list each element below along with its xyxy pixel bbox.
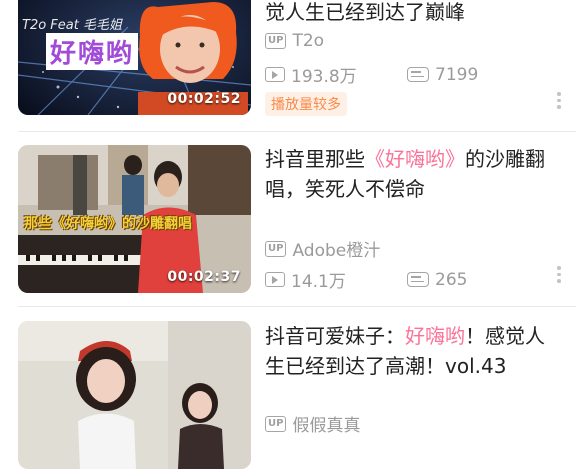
title-text: 抖音可爱妹子： <box>265 324 405 348</box>
more-options-icon[interactable] <box>556 266 562 286</box>
stats-row: 14.1万 265 <box>265 267 467 292</box>
danmaku-icon <box>407 272 429 287</box>
title-keyword-highlight: 好嗨哟 <box>405 324 465 348</box>
title-keyword-highlight: 《好嗨哟》 <box>365 147 465 171</box>
video-thumbnail[interactable]: T2o Feat 毛毛姐 好嗨哟 00:02:52 <box>18 0 251 115</box>
stats-row: 193.8万 7199 <box>265 62 478 87</box>
play-count-icon <box>265 67 285 82</box>
thumbnail-top-text: T2o Feat 毛毛姐 <box>22 18 122 33</box>
more-options-icon[interactable] <box>556 92 562 112</box>
view-count: 14.1万 <box>291 272 346 292</box>
video-title[interactable]: 觉人生已经到达了巅峰 <box>265 0 561 27</box>
video-thumbnail[interactable]: 那些《好嗨哟》的沙雕翻唱 00:02:37 <box>18 145 251 293</box>
title-text: 觉人生已经到达了巅峰 <box>265 0 465 24</box>
video-title[interactable]: 抖音可爱妹子：好嗨哟！感觉人生已经到达了高潮！vol.43 <box>265 321 561 381</box>
danmaku-count: 265 <box>435 269 468 290</box>
video-card-3[interactable]: 抖音可爱妹子：好嗨哟！感觉人生已经到达了高潮！vol.43 UP 假假真真 <box>0 307 576 469</box>
up-badge-icon: UP <box>265 240 287 257</box>
danmaku-icon <box>407 67 429 82</box>
up-badge-icon: UP <box>265 33 287 49</box>
uploader-name: 假假真真 <box>292 416 361 436</box>
play-count-icon <box>265 272 285 287</box>
title-text: 抖音里那些 <box>265 147 365 171</box>
thumbnail-caption: 那些《好嗨哟》的沙雕翻唱 <box>24 216 192 232</box>
view-count: 193.8万 <box>291 67 357 87</box>
video-thumbnail[interactable] <box>18 321 251 469</box>
video-duration: 00:02:52 <box>167 91 241 107</box>
danmaku-count: 7199 <box>435 64 479 85</box>
thumbnail-image <box>18 321 251 469</box>
up-badge-icon: UP <box>265 415 287 432</box>
video-card-1[interactable]: T2o Feat 毛毛姐 好嗨哟 00:02:52 觉人生已经到达了巅峰 UP … <box>0 0 576 131</box>
uploader-name: T2o <box>292 31 325 51</box>
popular-tag: 播放量较多 <box>265 92 347 116</box>
uploader-row[interactable]: UP T2o <box>265 31 324 51</box>
uploader-row[interactable]: UP Adobe橙汁 <box>265 236 380 261</box>
thumbnail-caption: 好嗨哟 <box>46 33 139 70</box>
video-card-2[interactable]: 那些《好嗨哟》的沙雕翻唱 00:02:37 抖音里那些《好嗨哟》的沙雕翻唱，笑死… <box>0 132 576 307</box>
video-title[interactable]: 抖音里那些《好嗨哟》的沙雕翻唱，笑死人不偿命 <box>265 144 561 204</box>
uploader-name: Adobe橙汁 <box>292 241 381 261</box>
uploader-row[interactable]: UP 假假真真 <box>265 411 360 436</box>
video-duration: 00:02:37 <box>167 269 241 285</box>
